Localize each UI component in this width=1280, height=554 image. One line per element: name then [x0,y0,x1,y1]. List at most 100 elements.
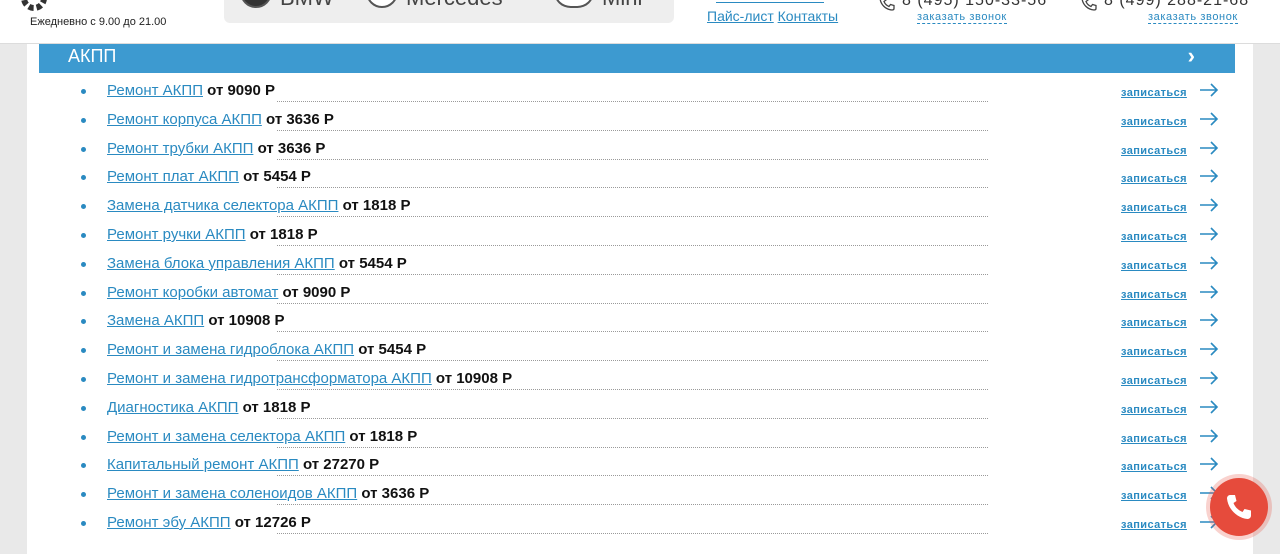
bullet [81,319,86,325]
dotted-leader [277,129,988,131]
arrow-right-icon[interactable] [1199,284,1219,300]
chevron-right-icon: › [1187,43,1195,68]
list-item: Ремонт эбу АКПП от 12726 Р записаться [27,513,1253,542]
bullet [81,175,86,181]
service-price: от 1818 Р [242,398,311,416]
service-link[interactable]: Замена блока управления АКПП [107,255,335,272]
arrow-right-icon[interactable] [1199,82,1219,98]
dotted-leader [277,302,988,304]
list-item: Ремонт корпуса АКПП от 3636 Р записаться [27,110,1253,139]
arrow-right-icon[interactable] [1199,226,1219,242]
arrow-right-icon[interactable] [1199,140,1219,156]
nav-link-contacts[interactable]: Контакты [778,8,838,24]
arrow-right-icon[interactable] [1199,341,1219,357]
bullet [81,434,86,440]
brand-bmw[interactable]: BMW [240,0,334,23]
gear-logo-icon[interactable] [14,0,54,12]
bullet [81,146,86,152]
list-item: Диагностика АКПП от 1818 Р записаться [27,398,1253,427]
service-link[interactable]: Ремонт и замена гидротрансформатора АКПП [107,370,432,387]
callback-link-1[interactable]: заказать звонок [917,11,1007,24]
book-link[interactable]: записаться [1121,317,1187,329]
dotted-leader [277,504,988,506]
list-item: Ремонт и замена соленоидов АКПП от 3636 … [27,484,1253,513]
service-link[interactable]: Ремонт и замена гидроблока АКПП [107,341,354,358]
list-item: Замена АКПП от 10908 Р записаться [27,311,1253,340]
book-link[interactable]: записаться [1121,87,1187,99]
arrow-right-icon[interactable] [1199,197,1219,213]
dotted-leader [277,101,988,102]
brand-mini[interactable]: Mini [554,0,642,23]
callback-link-2[interactable]: заказать звонок [1148,11,1238,24]
service-link[interactable]: Замена датчика селектора АКПП [107,197,338,214]
arrow-right-icon[interactable] [1199,370,1219,386]
service-link[interactable]: Ремонт эбу АКПП [107,514,231,531]
service-link[interactable]: Ремонт плат АКПП [107,168,239,185]
book-link[interactable]: записаться [1121,346,1187,358]
service-price: от 1818 Р [342,197,411,215]
book-link[interactable]: записаться [1121,116,1187,128]
service-link[interactable]: Ремонт коробки автомат [107,284,278,301]
phone-number-2[interactable]: 8 (499) 288-21-68 [1104,0,1249,10]
site-header: Ежедневно с 9.00 до 21.00 BMW Mercedes M… [0,0,1280,44]
service-link[interactable]: Ремонт ручки АКПП [107,226,246,243]
arrow-right-icon[interactable] [1199,168,1219,184]
call-button[interactable] [1210,478,1268,536]
phone-number-1[interactable]: 8 (495) 150-33-56 [902,0,1047,10]
dotted-leader [277,216,988,218]
list-item: Ремонт ручки АКПП от 1818 Р записаться [27,225,1253,254]
book-link[interactable]: записаться [1121,375,1187,387]
services-card: АКПП › Ремонт АКПП от 9090 Рзаписаться Ре… [27,44,1253,554]
book-link[interactable]: записаться [1121,260,1187,272]
list-item: Ремонт коробки автомат от 9090 Р записать… [27,283,1253,312]
service-price: от 10908 Р [208,312,285,330]
arrow-right-icon[interactable] [1199,399,1219,415]
dotted-leader [277,244,988,246]
arrow-right-icon[interactable] [1199,456,1219,472]
service-price: от 9090 Р [207,82,276,99]
dotted-leader [277,273,988,275]
service-link[interactable]: Ремонт и замена селектора АКПП [107,428,345,445]
service-link[interactable]: Капитальный ремонт АКПП [107,456,299,473]
service-link[interactable]: Замена АКПП [107,312,204,329]
book-link[interactable]: записаться [1121,173,1187,185]
dotted-leader [277,331,988,333]
bullet [81,492,86,498]
phone-icon [1081,0,1097,11]
book-link[interactable]: записаться [1121,145,1187,157]
nav-link-top[interactable] [716,0,824,3]
phone-icon [879,0,895,11]
arrow-right-icon[interactable] [1199,255,1219,271]
service-link[interactable]: Диагностика АКПП [107,399,238,416]
service-link[interactable]: Ремонт трубки АКПП [107,140,253,157]
bullet [81,520,86,526]
dotted-leader [277,388,988,390]
mercedes-logo-icon [366,0,398,8]
nav-link-price-list[interactable]: Пайс-лист [707,8,774,24]
service-link[interactable]: Ремонт АКПП [107,82,203,99]
bullet [81,204,86,210]
arrow-right-icon[interactable] [1199,111,1219,127]
service-price: от 1818 Р [349,427,418,445]
book-link[interactable]: записаться [1121,289,1187,301]
dotted-leader [277,475,988,477]
bullet [81,463,86,469]
brand-mercedes[interactable]: Mercedes [366,0,503,23]
bullet [81,117,86,123]
book-link[interactable]: записаться [1121,519,1187,531]
book-link[interactable]: записаться [1121,231,1187,243]
service-link[interactable]: Ремонт и замена соленоидов АКПП [107,485,357,502]
book-link[interactable]: записаться [1121,461,1187,473]
section-header-akpp[interactable]: АКПП › [39,44,1235,73]
list-item: Ремонт трубки АКПП от 3636 Р записаться [27,139,1253,168]
service-price: от 3636 Р [257,139,326,157]
service-link[interactable]: Ремонт корпуса АКПП [107,111,262,128]
list-item: Ремонт и замена селектора АКПП от 1818 Р… [27,427,1253,456]
dotted-leader [277,446,988,448]
arrow-right-icon[interactable] [1199,428,1219,444]
arrow-right-icon[interactable] [1199,312,1219,328]
book-link[interactable]: записаться [1121,433,1187,445]
book-link[interactable]: записаться [1121,202,1187,214]
book-link[interactable]: записаться [1121,404,1187,416]
book-link[interactable]: записаться [1121,490,1187,502]
